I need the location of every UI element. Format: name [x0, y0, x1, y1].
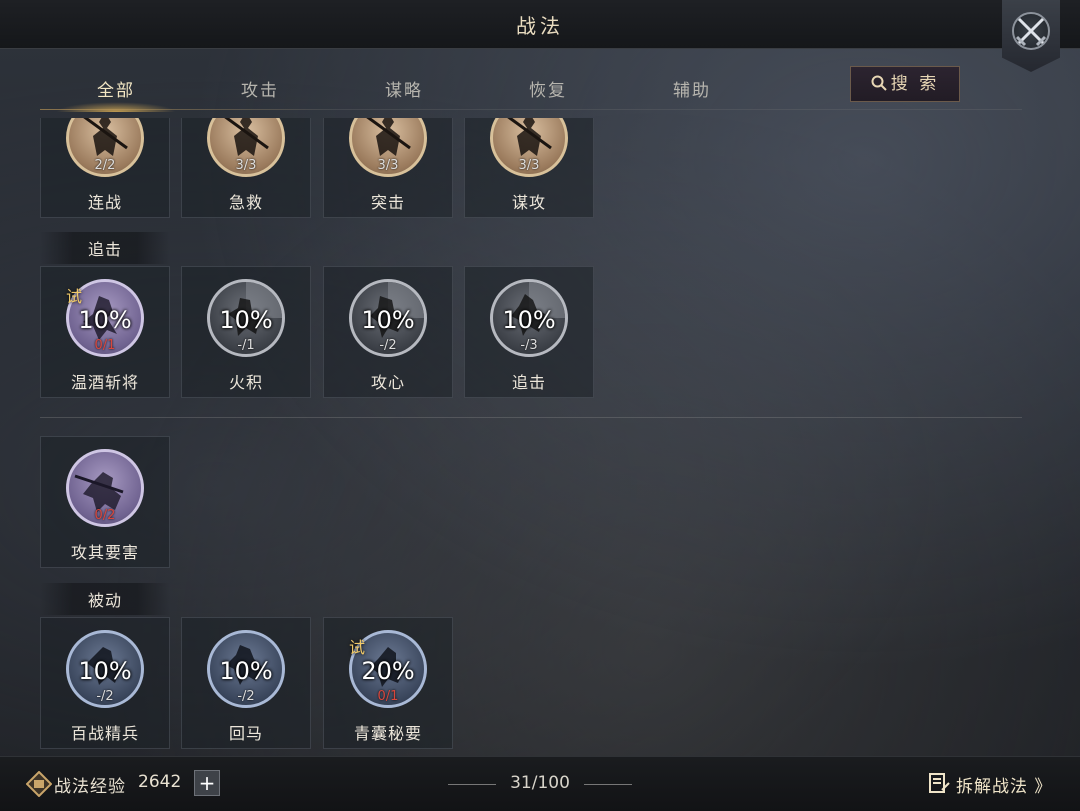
skill-list[interactable]: 2/2 连战 3/3 急救 3/3 突击 3/3 谋攻 追击 试 10% 0/1…	[0, 118, 1080, 754]
skill-count: -/2	[96, 689, 114, 704]
skill-icon: 2/2	[66, 118, 144, 177]
skill-percent: 10%	[502, 306, 556, 334]
tab-bar: 全部 攻击 谋略 恢复 辅助 搜 索	[40, 66, 1022, 112]
skill-name: 急救	[228, 193, 263, 212]
skill-icon: 3/3	[207, 118, 285, 177]
skill-name: 回马	[228, 724, 263, 743]
top-bar: 战法	[0, 0, 1080, 49]
skill-card[interactable]: 10% -/2 回马	[181, 617, 311, 749]
skill-count: 0/1	[377, 689, 399, 704]
skill-count: -/2	[379, 338, 397, 353]
skill-name: 攻其要害	[70, 543, 139, 562]
skill-exp-label: 战法经验	[54, 777, 126, 797]
skill-count: 2/2	[94, 158, 116, 173]
tab-strategy[interactable]: 谋略	[344, 76, 464, 101]
skill-icon: 10% -/2	[349, 279, 427, 357]
close-button[interactable]	[1002, 0, 1060, 72]
skill-count: 0/1	[94, 338, 116, 353]
add-exp-button[interactable]: +	[194, 770, 220, 796]
crossed-swords-icon	[1015, 17, 1047, 47]
skill-card[interactable]: 试 10% 0/1 温酒斩将	[40, 266, 170, 398]
tab-attack[interactable]: 攻击	[200, 76, 320, 101]
tab-all[interactable]: 全部	[56, 76, 176, 112]
skill-card[interactable]: 3/3 急救	[181, 118, 311, 218]
skill-icon: 3/3	[349, 118, 427, 177]
search-button[interactable]: 搜 索	[850, 66, 960, 102]
skill-card[interactable]: 10% -/3 追击	[464, 266, 594, 398]
search-icon	[871, 75, 887, 91]
skill-percent: 10%	[78, 657, 132, 685]
skill-count: 3/3	[518, 158, 540, 173]
skill-count: -/3	[520, 338, 538, 353]
skill-card[interactable]: 10% -/1 火积	[181, 266, 311, 398]
skill-name: 青囊秘要	[353, 724, 422, 743]
trial-badge: 试	[349, 638, 366, 657]
skill-icon: 10% -/2	[66, 630, 144, 708]
skill-count: -/1	[237, 338, 255, 353]
tab-support[interactable]: 辅助	[632, 76, 752, 101]
page-title: 战法	[516, 14, 564, 38]
skill-card[interactable]: 3/3 突击	[323, 118, 453, 218]
skill-percent: 10%	[361, 306, 415, 334]
skill-name: 突击	[370, 193, 405, 212]
skill-icon: 10% -/3	[490, 279, 568, 357]
skill-percent: 10%	[78, 306, 132, 334]
decompose-label: 拆解战法 》	[956, 777, 1053, 797]
decompose-icon	[929, 773, 950, 793]
skill-card[interactable]: 2/2 连战	[40, 118, 170, 218]
skill-name: 攻心	[370, 373, 405, 392]
tab-recovery[interactable]: 恢复	[488, 76, 608, 101]
skill-percent: 10%	[219, 306, 273, 334]
skill-name: 连战	[87, 193, 122, 212]
skill-card[interactable]: 3/3 谋攻	[464, 118, 594, 218]
section-divider	[40, 417, 1022, 418]
skill-icon: 10% -/1	[207, 279, 285, 357]
skill-count: 3/3	[235, 158, 257, 173]
skill-name: 追击	[511, 373, 546, 392]
skill-count: -/2	[237, 689, 255, 704]
skill-icon: 0/2	[66, 449, 144, 527]
skill-name: 温酒斩将	[70, 373, 139, 392]
skill-icon: 3/3	[490, 118, 568, 177]
category-label-pursuit: 追击	[40, 232, 170, 264]
skill-count-indicator: 31/100	[448, 773, 632, 793]
skill-count: 0/2	[94, 508, 116, 523]
trial-badge: 试	[66, 287, 83, 306]
skill-card[interactable]: 试 20% 0/1 青囊秘要	[323, 617, 453, 749]
skill-count: 3/3	[377, 158, 399, 173]
skill-percent: 10%	[219, 657, 273, 685]
skill-name: 火积	[228, 373, 263, 392]
skill-percent: 20%	[361, 657, 415, 685]
skill-name: 百战精兵	[70, 724, 139, 743]
skill-card[interactable]: 10% -/2 攻心	[323, 266, 453, 398]
skill-exp-value: 2642	[138, 772, 182, 792]
skill-exp-icon	[26, 771, 52, 797]
skill-icon: 10% -/2	[207, 630, 285, 708]
bottom-bar: 战法经验 2642 + 31/100 拆解战法 》	[0, 756, 1080, 811]
category-label-passive: 被动	[40, 583, 170, 615]
search-label: 搜 索	[890, 74, 940, 94]
skill-name: 谋攻	[511, 193, 546, 212]
skill-card[interactable]: 10% -/2 百战精兵	[40, 617, 170, 749]
skill-card[interactable]: 0/2 攻其要害	[40, 436, 170, 568]
